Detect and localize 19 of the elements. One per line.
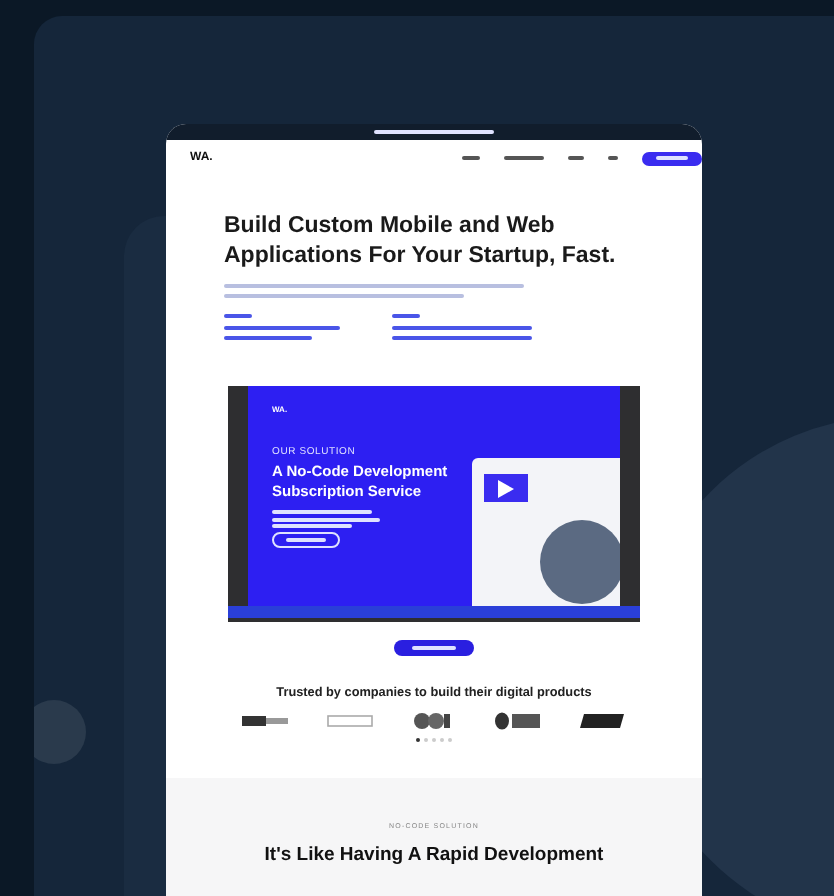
nav-button[interactable]: [642, 151, 702, 165]
blurred-text: [272, 510, 380, 528]
section-title: It's Like Having A Rapid Development: [264, 844, 604, 866]
play-icon: [498, 479, 514, 497]
nav-link[interactable]: [462, 156, 480, 160]
nav-link[interactable]: [504, 156, 544, 160]
blurred-text: [224, 314, 340, 346]
cta-button[interactable]: [394, 640, 474, 656]
partner-logo-icon: [578, 712, 626, 730]
nav-link[interactable]: [568, 156, 584, 160]
partner-logo-icon: [494, 712, 542, 730]
play-button[interactable]: [484, 474, 528, 502]
blurred-text: [392, 314, 532, 346]
partner-logo-icon: [326, 712, 374, 730]
circle-decoration: [34, 700, 86, 764]
hero-title: Build Custom Mobile and Web Applications For Your Startup, Fast.: [224, 212, 618, 272]
nav-link[interactable]: [608, 156, 618, 160]
video-outline-button: [272, 532, 340, 548]
partner-logo-icon: [242, 712, 290, 730]
